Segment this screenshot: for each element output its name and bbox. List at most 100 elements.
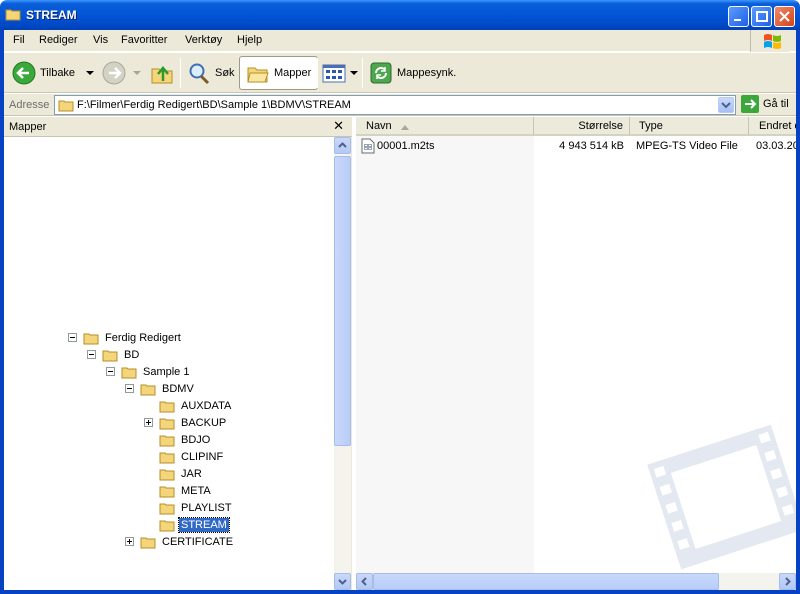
- minimize-button[interactable]: [728, 6, 749, 27]
- tree-item[interactable]: BDMV: [125, 380, 196, 397]
- tree-item[interactable]: BD: [87, 346, 141, 363]
- tree-item-label: META: [181, 484, 211, 497]
- tree-item-label: Sample 1: [143, 365, 190, 378]
- table-row[interactable]: 00001.m2ts 4 943 514 kB MPEG-TS Video Fi…: [356, 138, 796, 154]
- scroll-left-button[interactable]: [356, 573, 373, 590]
- column-header-modified[interactable]: Endret d: [749, 117, 796, 136]
- folder-icon: [159, 486, 175, 497]
- column-name-label: Navn: [366, 120, 392, 132]
- up-folder-icon: [151, 66, 173, 84]
- search-icon: [189, 63, 210, 85]
- address-dropdown-button[interactable]: [718, 97, 734, 113]
- address-bar: Adresse F:\Filmer\Ferdig Redigert\BD\Sam…: [4, 94, 796, 116]
- scroll-up-button[interactable]: [334, 137, 351, 154]
- file-type: MPEG-TS Video File: [636, 140, 738, 152]
- column-header-name[interactable]: Navn: [356, 117, 534, 136]
- address-input[interactable]: F:\Filmer\Ferdig Redigert\BD\Sample 1\BD…: [54, 95, 736, 115]
- tree-item-label: JAR: [181, 467, 202, 480]
- collapse-icon[interactable]: [125, 384, 134, 393]
- folders-pane: Mapper ✕ Ferdig Redigert BD Sample 1 BDMV AU…: [4, 117, 352, 590]
- scroll-right-button[interactable]: [779, 573, 796, 590]
- scroll-thumb[interactable]: [334, 156, 351, 446]
- sync-icon: [370, 62, 392, 84]
- folder-icon: [140, 384, 156, 395]
- menu-edit[interactable]: Rediger: [39, 34, 78, 46]
- sort-ascending-icon: [401, 125, 409, 130]
- chevron-down-icon: [721, 102, 731, 109]
- folder-icon: [140, 537, 156, 548]
- forward-button[interactable]: [102, 56, 142, 90]
- column-header-size[interactable]: Størrelse: [534, 117, 630, 136]
- tree-item[interactable]: Sample 1: [106, 363, 191, 380]
- tree-item[interactable]: PLAYLIST: [144, 499, 234, 516]
- close-pane-icon[interactable]: ✕: [333, 118, 344, 134]
- menu-help[interactable]: Hjelp: [237, 34, 262, 46]
- expand-icon[interactable]: [125, 537, 134, 546]
- file-modified: 03.03.20: [756, 140, 796, 152]
- maximize-button[interactable]: [751, 6, 772, 27]
- tree-item[interactable]: BACKUP: [144, 414, 228, 431]
- vertical-scrollbar[interactable]: [334, 137, 351, 590]
- folders-icon: [247, 67, 269, 83]
- toolbar-separator: [317, 58, 318, 88]
- folders-button[interactable]: Mapper: [239, 56, 319, 90]
- tree-item[interactable]: CLIPINF: [144, 448, 225, 465]
- folder-tree: Ferdig Redigert BD Sample 1 BDMV AUXDATA BACK…: [4, 137, 334, 590]
- maximize-icon: [756, 11, 768, 22]
- go-arrow-icon: [741, 95, 759, 113]
- menu-tools[interactable]: Verktøy: [185, 34, 222, 46]
- film-watermark-icon: [647, 424, 796, 570]
- window-title: STREAM: [26, 8, 77, 22]
- folder-icon: [102, 350, 118, 361]
- close-button[interactable]: [774, 6, 795, 27]
- sorted-column-highlight: [356, 136, 534, 573]
- tree-item[interactable]: JAR: [144, 465, 204, 482]
- title-bar: STREAM: [0, 0, 800, 30]
- folder-icon: [159, 452, 175, 463]
- column-modified-label: Endret d: [759, 120, 796, 132]
- horizontal-scrollbar[interactable]: [356, 573, 796, 590]
- up-folder-button[interactable]: [150, 56, 174, 90]
- scroll-thumb[interactable]: [373, 573, 719, 590]
- toolbar-separator: [180, 58, 181, 88]
- tree-item-label: BD: [124, 348, 140, 361]
- tree-item[interactable]: CERTIFICATE: [125, 533, 235, 550]
- tree-item[interactable]: STREAM: [144, 516, 230, 533]
- folder-icon: [159, 469, 175, 480]
- search-button[interactable]: Søk: [187, 56, 235, 90]
- windows-flag-icon: [764, 34, 781, 49]
- menu-view[interactable]: Vis: [93, 34, 108, 46]
- folders-pane-header: Mapper ✕: [4, 117, 352, 137]
- folder-sync-button[interactable]: Mappesynk.: [369, 56, 456, 90]
- tree-item-label: STREAM: [178, 516, 230, 533]
- column-header-type[interactable]: Type: [630, 117, 749, 136]
- chevron-right-icon: [785, 577, 791, 586]
- tree-item[interactable]: META: [144, 482, 213, 499]
- collapse-icon[interactable]: [68, 333, 77, 342]
- window-frame-right: [796, 30, 800, 594]
- menu-file[interactable]: Fil: [13, 34, 25, 46]
- views-grid-icon: [322, 64, 346, 83]
- back-button[interactable]: Tilbake: [12, 56, 95, 90]
- expand-icon[interactable]: [144, 418, 153, 427]
- views-button[interactable]: [322, 56, 359, 90]
- folder-icon: [159, 520, 175, 531]
- go-button[interactable]: Gå til: [741, 95, 789, 113]
- folder-icon: [159, 435, 175, 446]
- collapse-icon[interactable]: [87, 350, 96, 359]
- file-size: 4 943 514 kB: [559, 140, 624, 152]
- tree-item[interactable]: AUXDATA: [144, 397, 233, 414]
- chevron-down-icon: [86, 71, 95, 75]
- tree-item[interactable]: BDJO: [144, 431, 212, 448]
- back-arrow-icon: [12, 61, 36, 85]
- tree-item[interactable]: Ferdig Redigert: [68, 329, 183, 346]
- folder-icon: [159, 503, 175, 514]
- collapse-icon[interactable]: [106, 367, 115, 376]
- toolbar: Tilbake Søk Mapper Mappesynk.: [4, 53, 796, 93]
- search-label: Søk: [215, 67, 235, 79]
- menu-bar: Fil Rediger Vis Favoritter Verktøy Hjelp: [4, 30, 796, 52]
- toolbar-separator: [362, 58, 363, 88]
- menu-favorites[interactable]: Favoritter: [121, 34, 167, 46]
- scroll-down-button[interactable]: [334, 573, 351, 590]
- file-list: Navn Størrelse Type Endret d 00001.m2ts …: [356, 117, 796, 590]
